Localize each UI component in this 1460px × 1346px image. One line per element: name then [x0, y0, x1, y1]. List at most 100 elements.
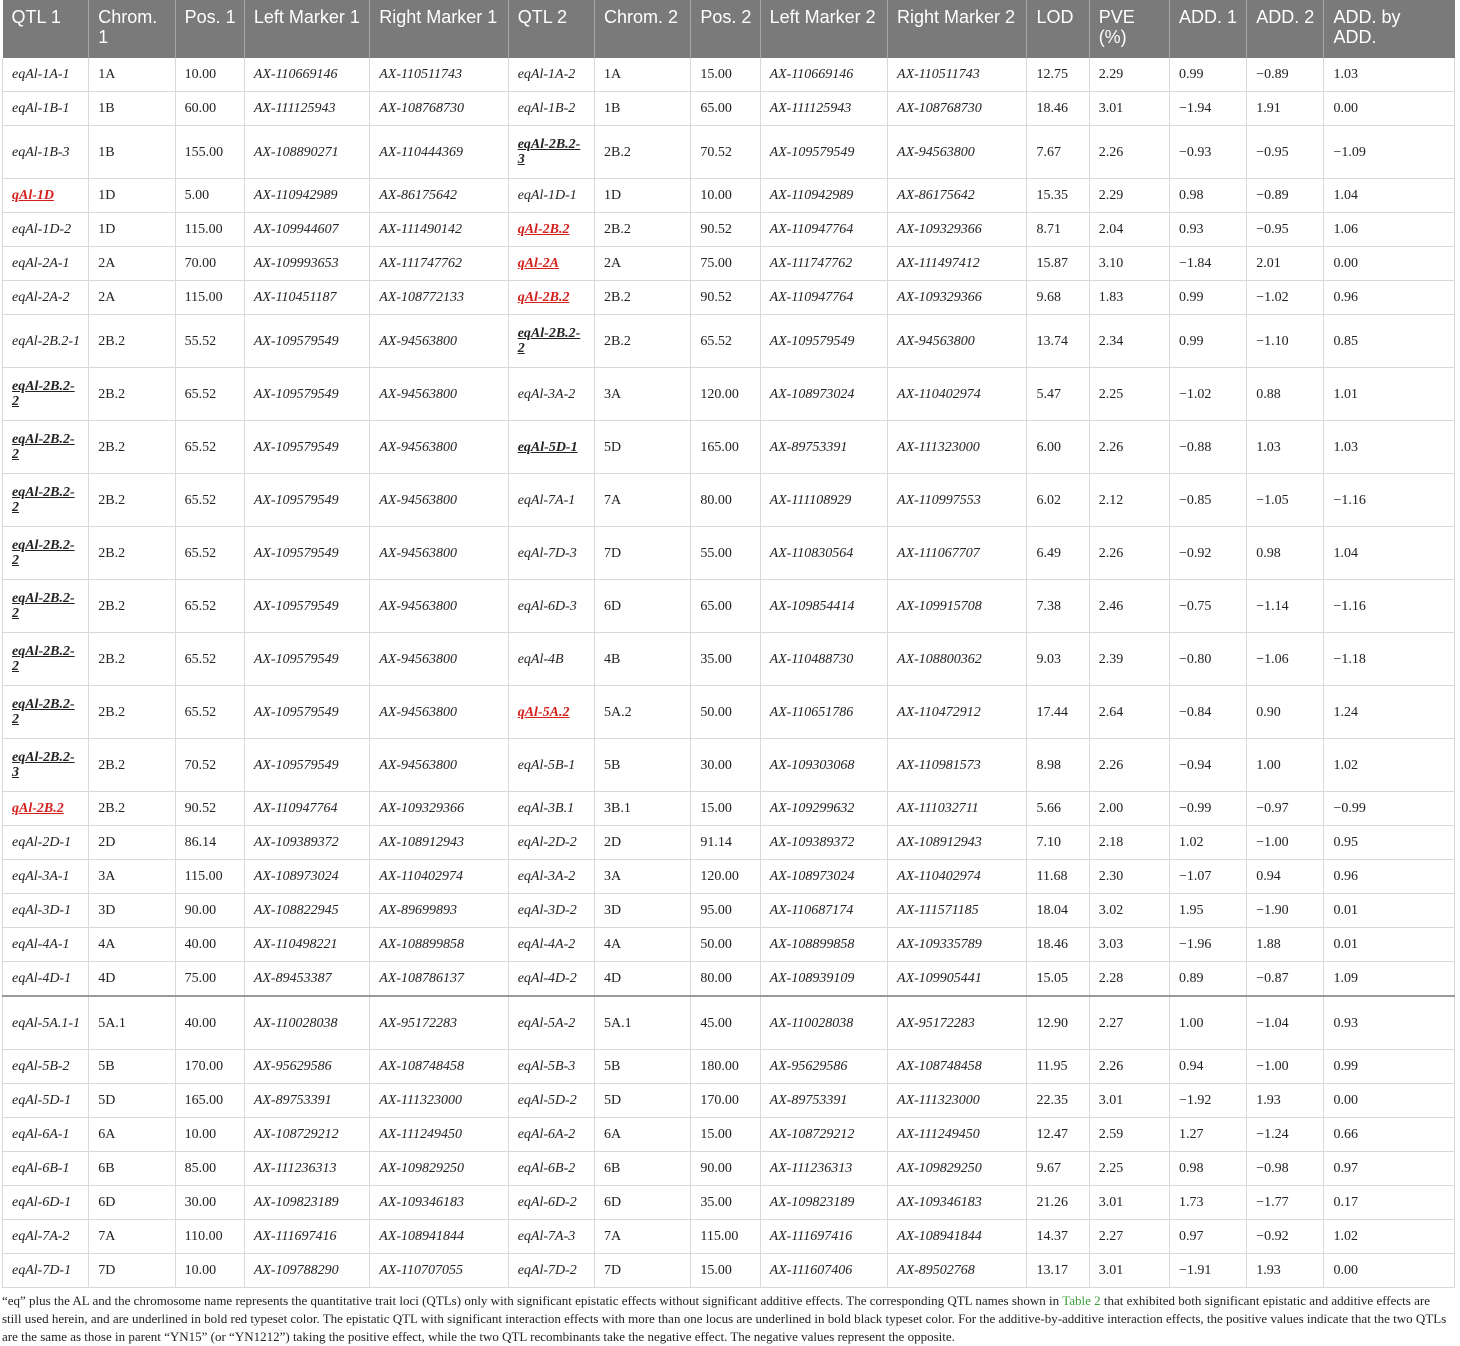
- qtl-name: eqAl-6D-3: [517, 598, 577, 614]
- qtl1-cell: eqAl-2B.2-2: [1, 473, 90, 527]
- qtl1-cell: eqAl-2B.2-2: [1, 632, 90, 686]
- pve-cell: 2.29: [1089, 58, 1170, 92]
- qtl-name: eqAl-2B.2-2: [12, 379, 75, 409]
- pos2-cell: 80.00: [690, 473, 761, 527]
- add2-cell: 1.03: [1246, 420, 1325, 474]
- qtl2-cell: eqAl-5D-1: [508, 420, 596, 474]
- qtl2-cell: eqAl-2D-2: [508, 825, 596, 860]
- chrom2-cell: 5A.1: [594, 995, 692, 1050]
- chrom1-cell: 2B.2: [88, 738, 176, 792]
- pos2-cell: 10.00: [690, 178, 761, 213]
- qtl2-cell: eqAl-6D-2: [508, 1185, 596, 1220]
- add1-cell: −0.88: [1169, 420, 1248, 474]
- pos2-cell: 115.00: [690, 1219, 761, 1254]
- qtl-name: eqAl-4A-2: [517, 937, 576, 952]
- add-by-add-cell: 1.04: [1323, 178, 1455, 213]
- left-marker2-cell: AX-110687174: [760, 893, 889, 928]
- qtl1-cell: eqAl-2B.2-2: [1, 420, 90, 474]
- right-marker1-cell: AX-94563800: [369, 420, 509, 474]
- pve-cell: 2.28: [1089, 961, 1170, 997]
- pos1-cell: 155.00: [175, 125, 245, 179]
- add2-cell: 1.93: [1246, 1253, 1325, 1288]
- qtl-name: eqAl-6A-2: [517, 1127, 576, 1142]
- table-2-link[interactable]: Table 2: [1062, 1293, 1100, 1308]
- chrom1-cell: 1B: [88, 91, 176, 126]
- right-marker2-cell: AX-109829250: [887, 1151, 1028, 1186]
- add-by-add-cell: −1.09: [1323, 125, 1455, 179]
- qtl-name: eqAl-3A-1: [12, 869, 70, 884]
- add-by-add-cell: 1.01: [1323, 367, 1455, 421]
- add2-cell: −0.87: [1246, 961, 1325, 997]
- qtl1-cell: eqAl-3A-1: [1, 859, 90, 894]
- qtl1-cell: eqAl-2B.2-1: [1, 314, 90, 368]
- pos1-cell: 86.14: [175, 825, 245, 860]
- add1-cell: 0.99: [1169, 314, 1248, 368]
- qtl-name: eqAl-2B.2-2: [517, 326, 581, 356]
- right-marker1-cell: AX-94563800: [369, 314, 509, 368]
- qtl2-cell: eqAl-6D-3: [508, 579, 596, 633]
- add2-cell: 1.88: [1246, 927, 1325, 962]
- left-marker2-cell: AX-111607406: [760, 1253, 889, 1288]
- qtl-name: qAl-2B.2: [517, 222, 570, 237]
- left-marker1-cell: AX-89453387: [244, 961, 371, 997]
- pve-cell: 3.01: [1089, 1083, 1170, 1118]
- chrom1-cell: 4A: [88, 927, 176, 962]
- left-marker1-cell: AX-110942989: [244, 178, 371, 213]
- left-marker1-cell: AX-110451187: [244, 280, 371, 315]
- qtl1-cell: eqAl-5A.1-1: [1, 995, 90, 1050]
- pos2-cell: 35.00: [690, 632, 761, 686]
- qtl-name: eqAl-5A-2: [517, 1015, 576, 1031]
- add2-cell: −1.00: [1246, 1049, 1325, 1084]
- chrom1-cell: 6B: [88, 1151, 176, 1186]
- pos2-cell: 120.00: [690, 367, 761, 421]
- left-marker2-cell: AX-109579549: [760, 314, 889, 368]
- pos1-cell: 10.00: [175, 1117, 245, 1152]
- lod-cell: 12.47: [1026, 1117, 1090, 1152]
- chrom1-cell: 5A.1: [88, 995, 176, 1050]
- qtl-name: qAl-2A: [517, 256, 559, 271]
- qtl1-cell: eqAl-2A-1: [1, 246, 90, 281]
- left-marker2-cell: AX-110488730: [760, 632, 889, 686]
- chrom1-cell: 2B.2: [88, 791, 176, 826]
- add-by-add-cell: 1.06: [1323, 212, 1455, 247]
- add-by-add-cell: 0.95: [1323, 825, 1455, 860]
- add1-cell: −1.91: [1169, 1253, 1248, 1288]
- right-marker2-cell: AX-109915708: [887, 579, 1028, 633]
- lod-cell: 6.00: [1026, 420, 1090, 474]
- pve-cell: 2.27: [1089, 995, 1170, 1050]
- chrom2-cell: 5D: [594, 420, 692, 474]
- add2-cell: 0.94: [1246, 859, 1325, 894]
- chrom1-cell: 2B.2: [88, 579, 176, 633]
- qtl-name: eqAl-7D-1: [12, 1263, 72, 1278]
- pve-cell: 2.26: [1089, 125, 1170, 179]
- left-marker2-cell: AX-89753391: [760, 1083, 889, 1118]
- pve-cell: 2.30: [1089, 859, 1170, 894]
- chrom2-cell: 7A: [594, 1219, 692, 1254]
- qtl2-cell: eqAl-5B-1: [508, 738, 596, 792]
- qtl-name: eqAl-5D-1: [12, 1093, 72, 1108]
- qtl2-cell: eqAl-4D-2: [508, 961, 596, 997]
- chrom1-cell: 2B.2: [88, 420, 176, 474]
- left-marker1-cell: AX-95629586: [244, 1049, 371, 1084]
- left-marker1-cell: AX-109579549: [244, 738, 371, 792]
- pos2-cell: 180.00: [690, 1049, 761, 1084]
- pve-cell: 2.26: [1089, 1049, 1170, 1084]
- pos2-cell: 55.00: [690, 526, 761, 580]
- chrom2-cell: 4D: [594, 961, 692, 997]
- lod-cell: 15.05: [1026, 961, 1090, 997]
- chrom2-cell: 3A: [594, 367, 692, 421]
- qtl2-cell: eqAl-6A-2: [508, 1117, 596, 1152]
- chrom2-cell: 2B.2: [594, 280, 692, 315]
- qtl1-cell: eqAl-6D-1: [1, 1185, 90, 1220]
- pos2-cell: 45.00: [690, 995, 761, 1050]
- chrom1-cell: 1D: [88, 212, 176, 247]
- left-marker1-cell: AX-109823189: [244, 1185, 371, 1220]
- col-header-left-marker1: Left Marker 1: [244, 0, 371, 58]
- right-marker2-cell: AX-95172283: [887, 995, 1028, 1050]
- lod-cell: 7.38: [1026, 579, 1090, 633]
- right-marker2-cell: AX-89502768: [887, 1253, 1028, 1288]
- right-marker2-cell: AX-111249450: [887, 1117, 1028, 1152]
- qtl-name: eqAl-5D-1: [517, 439, 578, 455]
- left-marker1-cell: AX-109579549: [244, 632, 371, 686]
- right-marker2-cell: AX-108748458: [887, 1049, 1028, 1084]
